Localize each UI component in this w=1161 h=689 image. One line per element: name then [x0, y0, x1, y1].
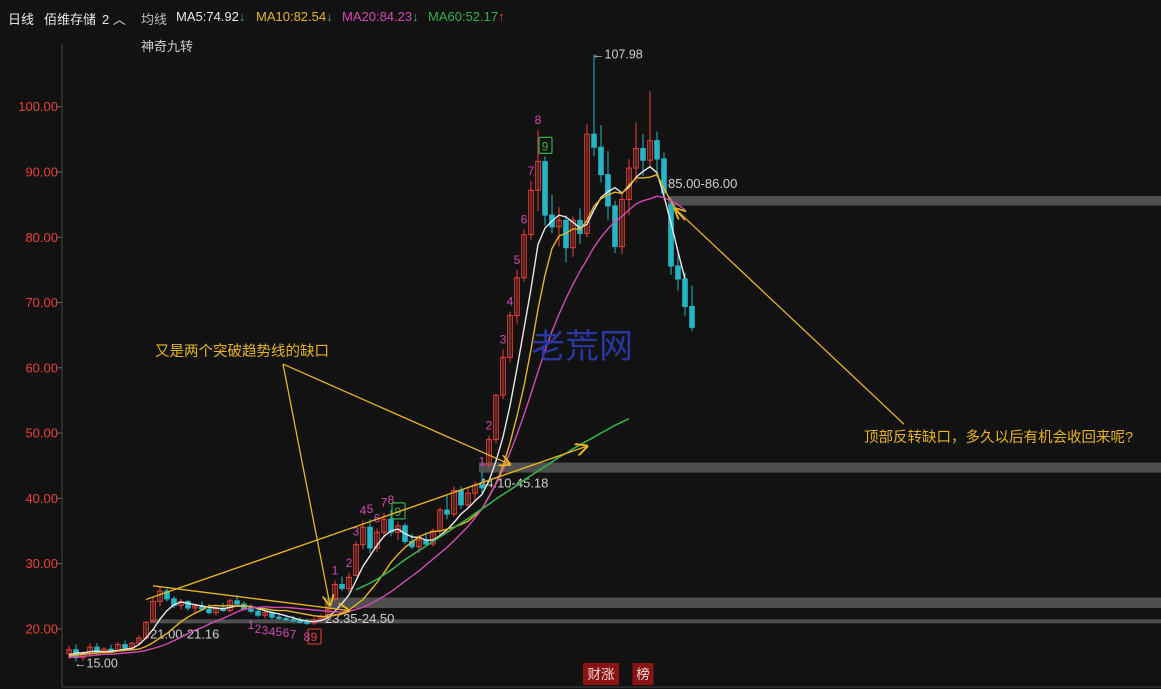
candle-down: [598, 146, 604, 176]
gap-band: [668, 196, 1161, 206]
candle-down: [367, 526, 373, 549]
nine-turn-mark: 6: [521, 212, 528, 226]
y-tick-label: 20.00: [25, 621, 58, 636]
candle-down: [458, 490, 464, 506]
nine-turn-mark: 2: [486, 419, 493, 433]
y-tick-label: 80.00: [25, 230, 58, 245]
gap-band-label: 85.00-86.00: [668, 176, 737, 191]
candle-down: [255, 610, 261, 616]
annotation-arrow: [282, 363, 330, 605]
price-label: ←107.98: [592, 48, 643, 62]
nine-turn-mark: 8: [388, 493, 395, 507]
nine-turn-mark: 2: [346, 556, 353, 570]
nine-turn-mark: 8: [304, 630, 311, 644]
candle-down: [339, 584, 345, 589]
candle-down: [234, 600, 240, 605]
candle-down: [689, 305, 695, 328]
nine-turn-mark: 7: [381, 496, 388, 510]
candle-down: [668, 204, 674, 267]
ma-line-ma10: [68, 173, 686, 657]
y-axis: 20.00 30.00 40.00 50.00 60.00 70.00 80.00 90.00…: [18, 99, 62, 636]
nine-turn-mark: 1: [248, 618, 255, 632]
event-tag-label: 榜: [636, 666, 650, 682]
nine-turn-mark: 5: [276, 625, 283, 639]
trend-line-upper: [145, 446, 587, 601]
nine-turn-mark: 2: [255, 622, 262, 636]
annotation-arrow: [282, 363, 510, 464]
y-tick-label: 60.00: [25, 360, 58, 375]
nine-turn-mark: 1: [332, 564, 339, 578]
candle-down: [276, 616, 282, 619]
candle-down: [283, 617, 289, 621]
candle-down: [479, 484, 485, 489]
annotation-arrow: [675, 209, 905, 425]
gap-band: [479, 462, 1161, 473]
nine-turn-mark: 3: [262, 623, 269, 637]
y-tick-label: 70.00: [25, 295, 58, 310]
candle-down: [654, 140, 660, 160]
annotation-text: 又是两个突破趋势线的缺口: [155, 343, 329, 360]
candle-down: [675, 265, 681, 280]
y-tick-label: 100.00: [18, 99, 58, 114]
gap-bands: 21.00-21.1623.35-24.5044.10-45.1885.00-8…: [150, 176, 1161, 641]
gap-band: [325, 597, 1161, 609]
candle-down: [542, 161, 548, 216]
nine-turn-mark: 9: [311, 630, 318, 644]
candle-down: [682, 278, 688, 307]
nine-turn-mark: 5: [367, 502, 374, 516]
y-tick-label: 30.00: [25, 556, 58, 571]
y-tick-label: 90.00: [25, 165, 58, 180]
annotations: ←15.00←107.98123456789123456789123456789…: [74, 48, 1133, 685]
candle-down: [612, 205, 618, 247]
moving-averages: [68, 165, 686, 659]
watermark: 老荒网: [531, 328, 633, 366]
candle-down: [290, 619, 296, 622]
nine-turn-mark: 4: [507, 295, 514, 309]
nine-turn-mark: 1: [479, 455, 486, 469]
ma-line-ma20: [68, 195, 686, 659]
candle-down: [640, 148, 646, 161]
annotation-text: 顶部反转缺口，多久以后有机会收回来呢?: [864, 429, 1133, 446]
gap-band-label: 23.35-24.50: [325, 611, 394, 626]
candle-down: [122, 644, 128, 649]
nine-turn-mark: 4: [360, 504, 367, 518]
candle-down: [444, 509, 450, 515]
candle-down: [591, 133, 597, 148]
nine-turn-mark: 7: [528, 164, 535, 178]
nine-turn-mark: 8: [535, 113, 542, 127]
nine-turn-mark: 9: [542, 139, 549, 153]
nine-turn-mark: 7: [290, 627, 297, 641]
candle-down: [248, 608, 254, 612]
y-tick-label: 40.00: [25, 491, 58, 506]
candle-down: [108, 648, 114, 651]
nine-turn-mark: 3: [500, 333, 507, 347]
candle-down: [304, 621, 310, 624]
kline-chart[interactable]: 20.00 30.00 40.00 50.00 60.00 70.00 80.00 90.00…: [0, 0, 1161, 689]
nine-turn-mark: 6: [283, 626, 290, 640]
gap-band-label: 21.00-21.16: [150, 626, 219, 641]
nine-turn-mark: 4: [269, 625, 276, 639]
event-tag-label: 财涨: [588, 667, 616, 682]
nine-turn-mark: 5: [514, 253, 521, 267]
price-label: ←15.00: [74, 657, 118, 671]
y-tick-label: 50.00: [25, 426, 58, 441]
candle-down: [206, 608, 212, 614]
